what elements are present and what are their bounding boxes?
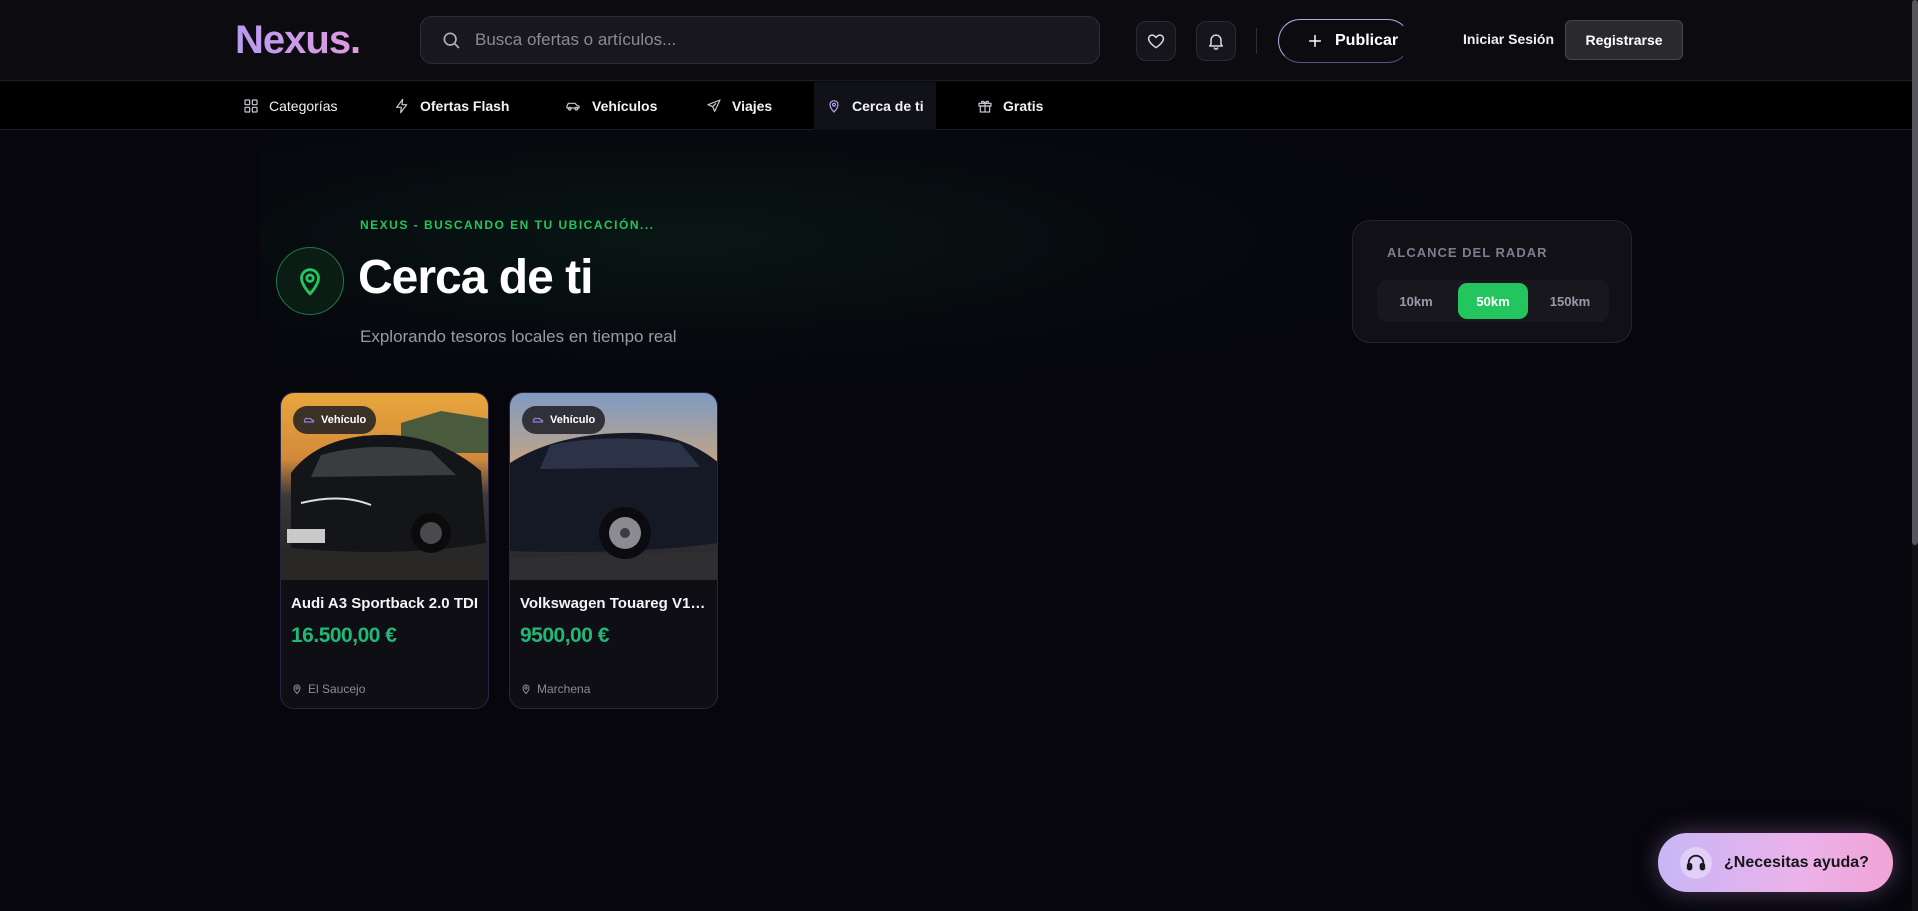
listing-location: El Saucejo (291, 682, 365, 696)
search-input[interactable] (475, 30, 1035, 50)
location-badge (276, 247, 344, 315)
car-icon (532, 417, 544, 423)
radar-range-panel: ALCANCE DEL RADAR 10km 50km 150km (1352, 220, 1632, 343)
nav-item-categorias[interactable]: Categorías (243, 82, 337, 130)
car-icon (303, 417, 315, 423)
location-pin-icon (293, 684, 301, 695)
radar-option-10km[interactable]: 10km (1381, 283, 1451, 319)
login-link[interactable]: Iniciar Sesión (1463, 31, 1554, 47)
nav-item-viajes[interactable]: Viajes (706, 82, 772, 130)
category-badge: Vehículo (293, 406, 377, 434)
plane-icon (707, 99, 721, 112)
radar-option-50km[interactable]: 50km (1458, 283, 1528, 319)
help-chat-button[interactable]: ¿Necesitas ayuda? (1658, 833, 1893, 892)
page-title: Cerca de ti (358, 251, 593, 304)
category-badge: Vehículo (522, 406, 606, 434)
location-pin-icon (300, 268, 320, 296)
location-status: NEXUS - BUSCANDO EN TU UBICACIÓN... (360, 218, 655, 232)
listing-title[interactable]: Audi A3 Sportback 2.0 TDI (291, 595, 481, 612)
grid-icon (244, 99, 258, 113)
radar-range-selector: 10km 50km 150km (1377, 280, 1609, 322)
listing-location: Marchena (520, 682, 590, 696)
bell-icon (1209, 34, 1223, 50)
plus-icon (1308, 34, 1322, 48)
nexus-logo[interactable]: Nexus. (235, 16, 361, 64)
location-pin-icon (522, 684, 530, 695)
radar-label: ALCANCE DEL RADAR (1387, 245, 1548, 260)
location-pin-icon (829, 100, 839, 113)
nav-label: Vehículos (592, 98, 658, 114)
publish-label: Publicar (1335, 32, 1399, 49)
badge-label: Vehículo (550, 414, 596, 426)
help-label: ¿Necesitas ayuda? (1724, 853, 1869, 871)
nav-label: Gratis (1003, 98, 1044, 114)
nav-label: Cerca de ti (852, 98, 924, 114)
category-nav: Categorías Ofertas Flash Vehículos Viaje… (0, 82, 1918, 130)
top-header: Nexus. Publicar Iniciar Sesión Registrar… (0, 0, 1918, 81)
headset-icon (1680, 846, 1712, 879)
nav-item-gratis[interactable]: Gratis (977, 82, 1043, 130)
nav-item-ofertas-flash[interactable]: Ofertas Flash (394, 82, 509, 130)
lightning-icon (396, 98, 408, 114)
listing-card[interactable]: Vehículo Audi A3 Sportback 2.0 TDI 16.50… (280, 392, 489, 709)
nav-item-cerca-de-ti[interactable]: Cerca de ti (814, 82, 936, 130)
scrollbar-thumb[interactable] (1912, 0, 1918, 545)
register-button[interactable]: Registrarse (1565, 20, 1683, 60)
listing-price: 9500,00 € (520, 624, 609, 647)
car-icon (566, 102, 580, 111)
heart-icon (1147, 34, 1165, 49)
listing-card[interactable]: Vehículo Volkswagen Touareg V10 TDI 9500… (509, 392, 718, 709)
nav-label: Ofertas Flash (420, 98, 510, 114)
nav-label: Categorías (269, 98, 338, 114)
nav-label: Viajes (732, 98, 773, 114)
gift-icon (978, 100, 992, 113)
publish-button[interactable]: Publicar (1278, 19, 1410, 63)
notifications-button[interactable] (1196, 21, 1236, 61)
header-divider (1256, 28, 1257, 54)
favorites-button[interactable] (1136, 21, 1176, 61)
location-label: Marchena (537, 682, 591, 696)
listing-price: 16.500,00 € (291, 624, 397, 647)
listing-title[interactable]: Volkswagen Touareg V10 TDI (520, 595, 710, 612)
location-label: El Saucejo (308, 682, 366, 696)
radar-option-150km[interactable]: 150km (1535, 283, 1605, 319)
nav-item-vehiculos[interactable]: Vehículos (564, 82, 657, 130)
search-icon (443, 32, 460, 49)
badge-label: Vehículo (321, 414, 367, 426)
page-subtitle: Explorando tesoros locales en tiempo rea… (360, 327, 677, 346)
search-bar[interactable] (420, 16, 1100, 64)
